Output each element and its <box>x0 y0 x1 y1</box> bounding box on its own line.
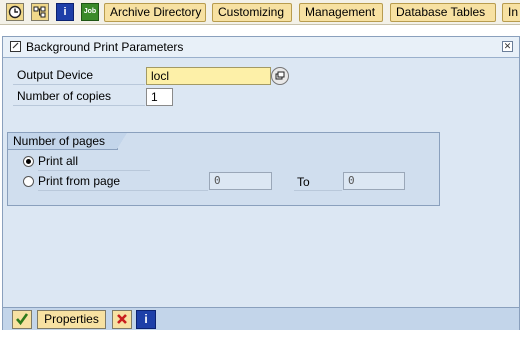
output-device-field[interactable]: locl <box>146 67 271 85</box>
number-of-copies-label: Number of copies <box>13 88 145 106</box>
group-title: Number of pages <box>8 133 118 150</box>
management-button[interactable]: Management <box>299 3 383 22</box>
dialog-titlebar: Background Print Parameters ✕ <box>3 37 519 58</box>
window-icon <box>10 41 21 52</box>
print-from-page-radio[interactable] <box>23 176 34 187</box>
group-title-tab <box>117 133 127 149</box>
checkmark-icon[interactable] <box>12 310 32 329</box>
info-icon[interactable]: i <box>56 3 74 21</box>
print-from-underline <box>38 190 208 191</box>
info-icon[interactable]: i <box>136 310 156 329</box>
print-all-radio[interactable] <box>23 156 34 167</box>
database-tables-button[interactable]: Database Tables <box>390 3 496 22</box>
application-toolbar: i Job Archive Directory Customizing Mana… <box>0 0 520 25</box>
number-of-copies-field[interactable]: 1 <box>146 88 173 106</box>
value-help-icon[interactable] <box>271 67 289 85</box>
properties-button[interactable]: Properties <box>37 310 106 329</box>
archive-directory-button[interactable]: Archive Directory <box>104 3 206 22</box>
customizing-button[interactable]: Customizing <box>212 3 292 22</box>
to-page-field[interactable]: 0 <box>343 172 405 190</box>
dialog-footer: Properties i <box>3 307 519 330</box>
close-icon[interactable]: ✕ <box>502 41 513 52</box>
background-print-dialog: Background Print Parameters ✕ Output Dev… <box>2 36 520 330</box>
hierarchy-icon[interactable] <box>31 3 49 21</box>
cancel-icon[interactable] <box>112 310 132 329</box>
to-label: To <box>297 175 310 189</box>
print-from-page-label: Print from page <box>38 174 121 188</box>
number-of-pages-group: Number of pages Print all Print from pag… <box>7 132 440 206</box>
dialog-title: Background Print Parameters <box>26 40 184 54</box>
from-page-field[interactable]: 0 <box>209 172 272 190</box>
to-underline <box>294 190 342 191</box>
clock-icon[interactable] <box>6 3 24 21</box>
overflow-menu-button[interactable]: In <box>502 3 520 22</box>
print-all-label: Print all <box>38 154 79 168</box>
job-icon[interactable]: Job <box>81 3 99 21</box>
output-device-label: Output Device <box>13 67 145 85</box>
print-all-underline <box>38 170 150 171</box>
